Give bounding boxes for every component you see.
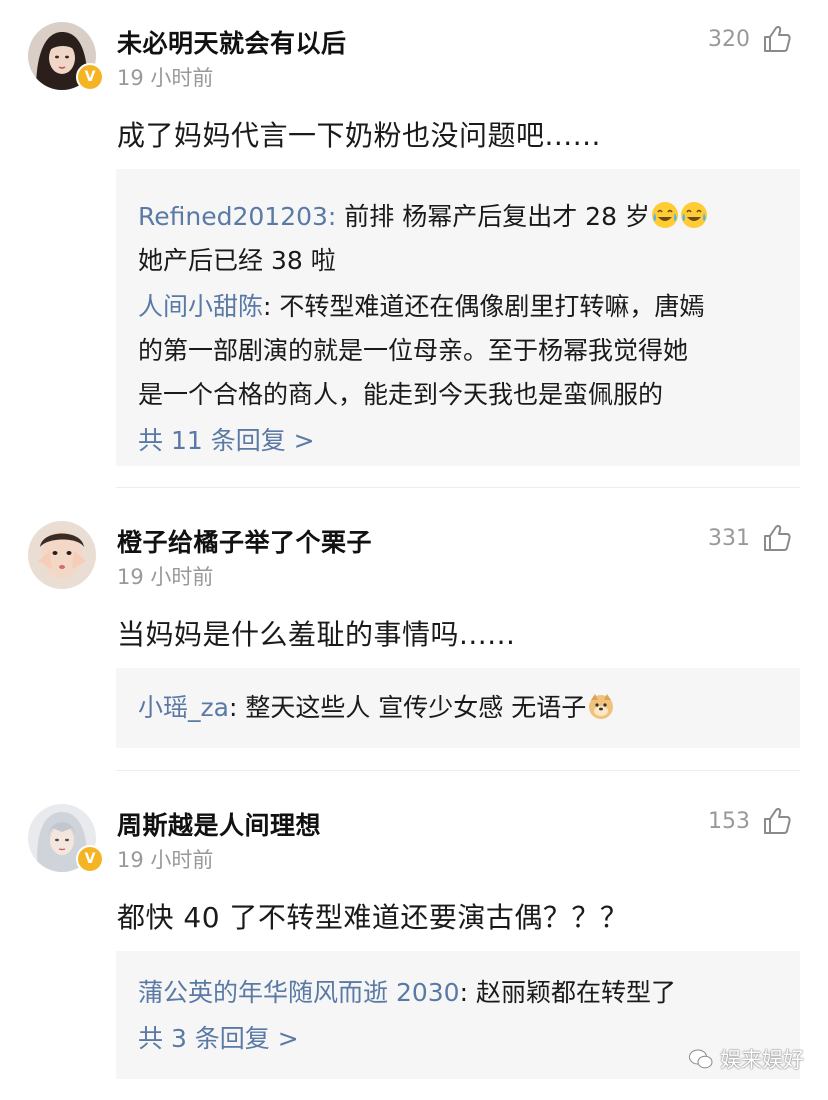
view-more-replies-link[interactable]: 共 3 条回复 >: [138, 1017, 780, 1061]
comment-time: 19 小时前: [117, 848, 214, 872]
comment-time: 19 小时前: [117, 565, 214, 589]
reply-text: 赵丽颖都在转型了: [475, 978, 676, 1007]
avatar[interactable]: [28, 521, 96, 589]
reply-text-continued: 是一个合格的商人，能走到今天我也是蛮佩服的: [138, 380, 664, 409]
watermark-text: 娱来娱好: [720, 1048, 804, 1072]
reply-username[interactable]: Refined201203: [138, 202, 328, 231]
reply-item: 蒲公英的年华随风而逝 2030: 赵丽颖都在转型了: [138, 971, 780, 1015]
reply-box[interactable]: Refined201203: 前排 杨幂产后复出才 28 岁 她产后已经 38 …: [116, 169, 800, 466]
laugh-cry-emoji-icon: [651, 202, 678, 228]
thumbs-up-icon[interactable]: [762, 24, 792, 54]
wechat-icon: [689, 1049, 713, 1069]
comment-time: 19 小时前: [117, 66, 214, 90]
reply-text: 整天这些人 宣传少女感 无语子: [245, 693, 587, 722]
reply-item: Refined201203: 前排 杨幂产后复出才 28 岁 她产后已经 38 …: [138, 195, 780, 283]
comment-text: 都快 40 了不转型难道还要演古偶？？？: [117, 901, 629, 934]
reply-username[interactable]: 小瑶_za: [138, 693, 229, 722]
reply-separator: :: [228, 693, 246, 722]
reply-item: 小瑶_za: 整天这些人 宣传少女感 无语子: [138, 686, 780, 730]
reply-separator: :: [459, 978, 476, 1007]
reply-box[interactable]: 小瑶_za: 整天这些人 宣传少女感 无语子: [116, 668, 800, 748]
verified-badge-icon: V: [76, 63, 104, 91]
doge-emoji-icon: [589, 694, 614, 719]
comment-text: 成了妈妈代言一下奶粉也没问题吧......: [117, 119, 601, 152]
reply-username[interactable]: 人间小甜陈: [138, 292, 263, 321]
comment-username[interactable]: 未必明天就会有以后: [117, 24, 347, 60]
verified-badge-icon: V: [76, 845, 104, 873]
reply-username[interactable]: 蒲公英的年华随风而逝 2030: [138, 978, 460, 1007]
like-count: 331: [708, 526, 750, 551]
reply-item: 人间小甜陈: 不转型难道还在偶像剧里打转嘛，唐嫣 的第一部剧演的就是一位母亲。至…: [138, 285, 780, 417]
thumbs-up-icon[interactable]: [762, 806, 792, 836]
reply-text: 前排 杨幂产后复出才 28 岁: [344, 202, 650, 231]
reply-separator: :: [327, 202, 345, 231]
watermark: 娱来娱好: [688, 1044, 804, 1074]
laugh-cry-emoji-icon: [680, 202, 707, 228]
reply-text-continued: 她产后已经 38 啦: [138, 246, 336, 275]
reply-text-continued: 的第一部剧演的就是一位母亲。至于杨幂我觉得她: [138, 336, 689, 365]
like-count: 153: [708, 809, 750, 834]
divider: [116, 487, 800, 488]
reply-separator: :: [263, 292, 280, 321]
comment-username[interactable]: 橙子给橘子举了个栗子: [117, 523, 372, 559]
comment-text: 当妈妈是什么羞耻的事情吗......: [117, 618, 516, 651]
view-more-replies-link[interactable]: 共 11 条回复 >: [138, 419, 780, 463]
divider: [116, 770, 800, 771]
like-count: 320: [708, 27, 750, 52]
comment-username[interactable]: 周斯越是人间理想: [117, 806, 321, 842]
thumbs-up-icon[interactable]: [762, 523, 792, 553]
reply-text: 不转型难道还在偶像剧里打转嘛，唐嫣: [279, 292, 705, 321]
